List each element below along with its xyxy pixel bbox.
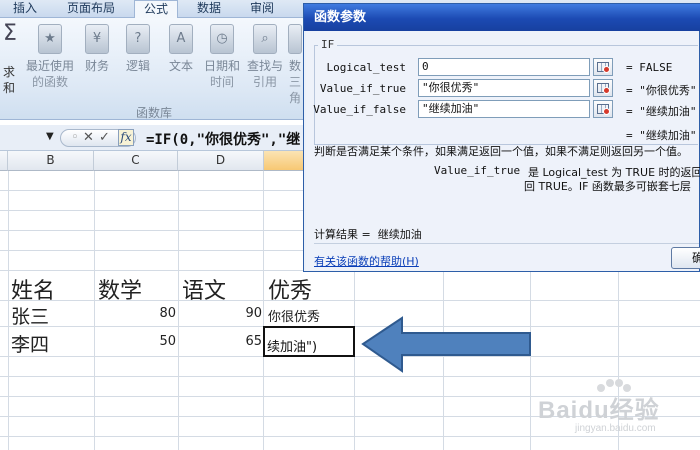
date-time-button[interactable]: ◷ 日期和 时间: [202, 24, 242, 90]
dialog-body: IF Logical_test 0 = FALSE Value_if_true …: [306, 31, 700, 271]
enter-icon[interactable]: ✓: [99, 130, 110, 146]
recent-functions-sublabel: 的函数: [31, 75, 68, 89]
header-name[interactable]: 姓名: [11, 273, 55, 305]
function-library-group-label: 函数库: [136, 106, 173, 120]
logical-label: 逻辑: [125, 59, 150, 73]
circle-icon: ◦: [71, 130, 79, 145]
grid-line: [263, 171, 264, 450]
arg-label-logical-test: Logical_test: [326, 61, 406, 74]
column-header-c[interactable]: C: [94, 151, 178, 171]
ok-button[interactable]: 确: [671, 247, 700, 269]
row2-chinese[interactable]: 65: [184, 334, 262, 349]
book-icon: ⌕: [253, 24, 277, 54]
text-button[interactable]: A 文本: [166, 24, 196, 74]
red-dot-icon: [603, 87, 610, 94]
logical-test-input[interactable]: 0: [418, 58, 590, 76]
lookup-reference-sublabel: 引用: [252, 75, 277, 89]
row1-name[interactable]: 张三: [11, 302, 49, 329]
row1-chinese[interactable]: 90: [184, 306, 262, 321]
row1-math[interactable]: 80: [100, 306, 176, 321]
column-header-d[interactable]: D: [178, 151, 264, 171]
tab-data[interactable]: 数据: [192, 0, 226, 18]
grid-line: [94, 171, 95, 450]
dialog-title[interactable]: 函数参数: [304, 4, 700, 31]
calc-label: 计算结果 =: [314, 228, 371, 241]
grid-line: [8, 171, 9, 450]
function-description: 判断是否满足某个条件，如果满足返回一个值，如果不满足则返回另一个值。: [314, 145, 688, 158]
date-time-sublabel: 时间: [209, 75, 234, 89]
value-if-false-input[interactable]: "继续加油": [418, 100, 590, 118]
cancel-icon[interactable]: ✕: [83, 130, 94, 146]
logical-button[interactable]: ? 逻辑: [123, 24, 153, 74]
sigma-icon: Σ: [3, 21, 17, 46]
math-trig-label: 数: [288, 59, 301, 73]
collapse-dialog-button[interactable]: [593, 100, 613, 118]
tab-insert[interactable]: 插入: [8, 0, 42, 18]
watermark-text: Baidu经验: [538, 397, 660, 424]
autosum-label: 求和: [2, 65, 15, 95]
header-excellent[interactable]: 优秀: [268, 273, 312, 305]
namebox-dropdown-icon[interactable]: ▼: [46, 131, 54, 142]
formula-result: = "继续加油": [626, 129, 697, 142]
dialog-divider: [314, 243, 699, 244]
math-trig-sublabel: 三角: [288, 75, 301, 105]
annotation-arrow: [360, 315, 535, 375]
function-name: IF: [318, 38, 338, 51]
financial-button[interactable]: ¥ 财务: [82, 24, 112, 74]
header-math[interactable]: 数学: [98, 273, 142, 305]
lookup-reference-button[interactable]: ⌕ 查找与 引用: [245, 24, 285, 90]
calculation-result: 计算结果 = 继续加油: [314, 226, 422, 242]
row2-math[interactable]: 50: [100, 334, 176, 349]
tab-formulas[interactable]: 公式: [134, 0, 178, 19]
param-name: Value_if_true: [434, 164, 521, 177]
grid-line: [0, 376, 700, 377]
math-trig-button[interactable]: 数 三角: [287, 24, 303, 106]
arg-label-value-if-true: Value_if_true: [319, 82, 406, 95]
watermark-url: jingyan.baidu.com: [575, 423, 656, 434]
row2-name[interactable]: 李四: [11, 330, 49, 357]
book-icon: ★: [38, 24, 62, 54]
function-help-link[interactable]: 有关该函数的帮助(H): [314, 253, 419, 269]
value-if-false-result: = "继续加油": [626, 105, 697, 118]
function-arguments-dialog: 函数参数 IF Logical_test 0 = FALSE Value_if_…: [303, 3, 700, 272]
baidu-jingyan-watermark: Baidu经验 jingyan.baidu.com: [535, 378, 695, 438]
collapse-dialog-button[interactable]: [593, 58, 613, 76]
arg-label-value-if-false: Value_if_false: [313, 103, 406, 116]
column-header-a[interactable]: [0, 151, 8, 171]
autosum-button[interactable]: Σ 求和: [0, 21, 20, 96]
value-if-true-input[interactable]: "你很优秀": [418, 79, 590, 97]
row2-result: 续加油"): [267, 340, 318, 355]
column-header-e[interactable]: [264, 151, 304, 171]
formula-input[interactable]: =IF(0,"你很优秀","继: [146, 129, 300, 149]
insert-function-button[interactable]: fx: [118, 129, 134, 146]
lookup-reference-label: 查找与: [246, 59, 283, 73]
book-icon: ¥: [85, 24, 109, 54]
book-icon: ◷: [210, 24, 234, 54]
date-time-label: 日期和: [203, 59, 240, 73]
book-icon: [288, 24, 302, 54]
collapse-dialog-button[interactable]: [593, 79, 613, 97]
logical-test-result: = FALSE: [626, 61, 673, 74]
calc-value: 继续加油: [377, 228, 422, 241]
red-dot-icon: [603, 108, 610, 115]
grid-line: [178, 171, 179, 450]
column-header-b[interactable]: B: [8, 151, 94, 171]
book-icon: A: [169, 24, 193, 54]
header-chinese[interactable]: 语文: [182, 273, 226, 305]
recent-functions-button[interactable]: ★ 最近使用 的函数: [24, 24, 76, 90]
param-description-line2: 回 TRUE。IF 函数最多可嵌套七层: [524, 180, 691, 193]
text-label: 文本: [168, 59, 193, 73]
active-cell[interactable]: 续加油"): [263, 326, 355, 357]
left-arrow-icon: [361, 316, 531, 373]
value-if-true-result: = "你很优秀": [626, 84, 697, 97]
book-icon: ?: [126, 24, 150, 54]
tab-review[interactable]: 审阅: [245, 0, 279, 18]
row1-result[interactable]: 你很优秀: [268, 306, 320, 325]
excel-window: 插入 页面布局 公式 数据 审阅 Σ 求和 ★ 最近使用 的函数 ¥ 财务 ? …: [0, 0, 700, 450]
tab-page-layout[interactable]: 页面布局: [60, 0, 122, 18]
recent-functions-label: 最近使用: [25, 59, 74, 73]
red-dot-icon: [603, 66, 610, 73]
financial-label: 财务: [84, 59, 109, 73]
